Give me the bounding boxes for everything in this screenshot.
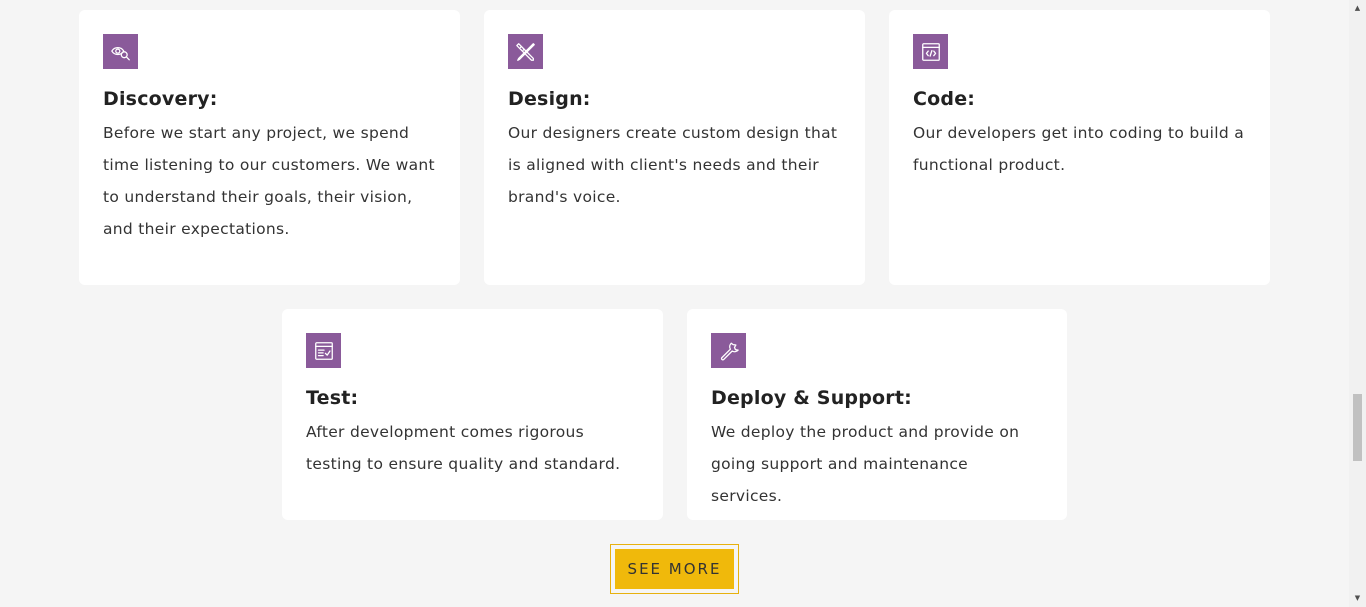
process-card-test: Test: After development comes rigorous t… [282, 309, 663, 520]
process-section: Discovery: Before we start any project, … [0, 0, 1349, 607]
card-description: After development comes rigorous testing… [306, 423, 621, 473]
see-more-button-frame: SEE MORE [610, 544, 739, 594]
eye-search-icon [103, 34, 138, 69]
test-checklist-icon [306, 333, 341, 368]
design-tools-icon [508, 34, 543, 69]
card-title: Discovery: [103, 88, 218, 110]
see-more-button[interactable]: SEE MORE [615, 549, 734, 589]
card-description: Before we start any project, we spend ti… [103, 124, 435, 238]
card-description: Our designers create custom design that … [508, 124, 838, 206]
process-card-discovery: Discovery: Before we start any project, … [79, 10, 460, 285]
page-scrollbar[interactable]: ▲ ▼ [1349, 0, 1366, 607]
card-title: Test: [306, 387, 359, 409]
scroll-up-icon[interactable]: ▲ [1349, 0, 1366, 17]
card-title: Design: [508, 88, 591, 110]
card-description: We deploy the product and provide on goi… [711, 423, 1020, 505]
process-card-deploy-support: Deploy & Support: We deploy the product … [687, 309, 1067, 520]
scrollbar-thumb[interactable] [1353, 394, 1362, 461]
card-title: Deploy & Support: [711, 387, 912, 409]
process-card-code: Code: Our developers get into coding to … [889, 10, 1270, 285]
code-window-icon [913, 34, 948, 69]
card-description: Our developers get into coding to build … [913, 124, 1245, 174]
process-card-design: Design: Our designers create custom desi… [484, 10, 865, 285]
wrench-icon [711, 333, 746, 368]
scroll-down-icon[interactable]: ▼ [1349, 590, 1366, 607]
card-title: Code: [913, 88, 976, 110]
